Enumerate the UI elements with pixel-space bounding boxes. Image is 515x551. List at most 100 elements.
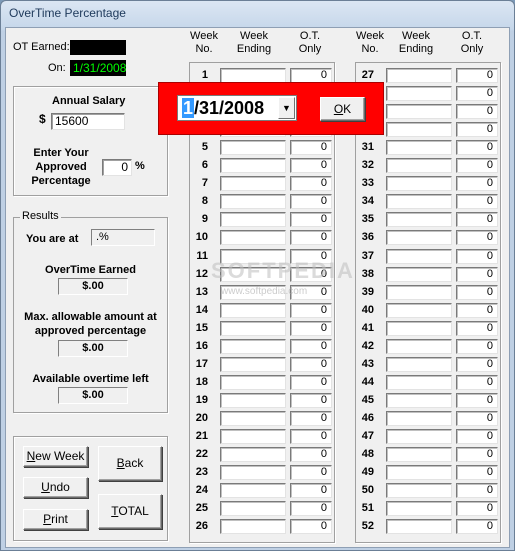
ot-only-input[interactable]: 0	[456, 501, 498, 517]
ot-only-input[interactable]: 0	[456, 230, 498, 246]
week-ending-input[interactable]	[220, 68, 286, 83]
ot-only-input[interactable]: 0	[456, 356, 498, 372]
ot-only-input[interactable]: 0	[456, 447, 498, 463]
week-ending-input[interactable]	[386, 338, 452, 354]
ot-only-input[interactable]: 0	[456, 302, 498, 318]
ot-only-input[interactable]: 0	[456, 519, 498, 535]
ot-only-input[interactable]: 0	[290, 158, 332, 174]
ot-only-input[interactable]: 0	[290, 194, 332, 210]
week-ending-input[interactable]	[220, 356, 286, 372]
week-ending-input[interactable]	[386, 519, 452, 535]
ot-only-input[interactable]: 0	[290, 338, 332, 354]
total-button[interactable]: TOTAL	[98, 494, 162, 529]
ot-only-input[interactable]: 0	[290, 140, 332, 156]
ot-only-input[interactable]: 0	[456, 392, 498, 408]
ot-only-input[interactable]: 0	[290, 483, 332, 499]
ot-only-input[interactable]: 0	[456, 320, 498, 336]
ot-only-input[interactable]: 0	[456, 266, 498, 282]
ot-only-input[interactable]: 0	[290, 356, 332, 372]
week-ending-input[interactable]	[220, 194, 286, 210]
ot-only-input[interactable]: 0	[456, 176, 498, 192]
week-ending-input[interactable]	[386, 483, 452, 499]
week-ending-input[interactable]	[220, 465, 286, 481]
week-ending-input[interactable]	[386, 356, 452, 372]
week-ending-input[interactable]	[220, 158, 286, 174]
ot-only-input[interactable]: 0	[290, 230, 332, 246]
week-ending-input[interactable]	[220, 374, 286, 390]
ot-only-input[interactable]: 0	[456, 104, 498, 120]
ot-only-input[interactable]: 0	[290, 501, 332, 517]
week-ending-input[interactable]	[220, 320, 286, 336]
ot-only-input[interactable]: 0	[456, 68, 498, 83]
week-ending-input[interactable]	[220, 410, 286, 426]
week-ending-input[interactable]	[386, 230, 452, 246]
ot-only-input[interactable]: 0	[290, 302, 332, 318]
week-ending-input[interactable]	[386, 284, 452, 300]
ot-only-input[interactable]: 0	[456, 86, 498, 102]
ot-only-input[interactable]: 0	[456, 338, 498, 354]
week-ending-input[interactable]	[220, 392, 286, 408]
print-button[interactable]: Print	[23, 509, 88, 530]
ot-only-input[interactable]: 0	[290, 320, 332, 336]
approved-percentage-input[interactable]: 0	[102, 159, 132, 176]
ot-only-input[interactable]: 0	[456, 140, 498, 156]
week-ending-input[interactable]	[386, 122, 452, 138]
ot-only-input[interactable]: 0	[456, 410, 498, 426]
ot-only-input[interactable]: 0	[290, 519, 332, 535]
week-ending-input[interactable]	[386, 465, 452, 481]
week-ending-input[interactable]	[386, 392, 452, 408]
week-ending-input[interactable]	[386, 176, 452, 192]
ot-only-input[interactable]: 0	[456, 122, 498, 138]
week-ending-input[interactable]	[386, 266, 452, 282]
week-ending-input[interactable]	[220, 338, 286, 354]
ok-button[interactable]: OK	[320, 97, 365, 121]
ot-only-input[interactable]: 0	[456, 429, 498, 444]
ot-only-input[interactable]: 0	[456, 374, 498, 390]
undo-button[interactable]: Undo	[23, 477, 88, 498]
annual-salary-input[interactable]: 15600	[51, 113, 125, 130]
week-ending-input[interactable]	[220, 429, 286, 444]
week-ending-input[interactable]	[386, 140, 452, 156]
week-ending-input[interactable]	[220, 519, 286, 535]
week-ending-input[interactable]	[220, 302, 286, 318]
dropdown-arrow-icon[interactable]: ▼	[278, 97, 295, 119]
week-ending-input[interactable]	[386, 212, 452, 228]
ot-only-input[interactable]: 0	[290, 176, 332, 192]
week-ending-input[interactable]	[386, 194, 452, 210]
ot-only-input[interactable]: 0	[456, 158, 498, 174]
ot-only-input[interactable]: 0	[456, 248, 498, 264]
week-ending-input[interactable]	[220, 230, 286, 246]
ot-only-input[interactable]: 0	[456, 212, 498, 228]
ot-only-input[interactable]: 0	[290, 447, 332, 463]
ot-only-input[interactable]: 0	[290, 392, 332, 408]
week-ending-input[interactable]	[386, 501, 452, 517]
ot-only-input[interactable]: 0	[456, 194, 498, 210]
week-ending-input[interactable]	[220, 176, 286, 192]
week-ending-input[interactable]	[220, 140, 286, 156]
week-ending-input[interactable]	[386, 158, 452, 174]
week-ending-input[interactable]	[386, 410, 452, 426]
week-ending-input[interactable]	[386, 86, 452, 102]
week-ending-input[interactable]	[386, 302, 452, 318]
ot-only-input[interactable]: 0	[456, 483, 498, 499]
ot-only-input[interactable]: 0	[290, 374, 332, 390]
ot-only-input[interactable]: 0	[456, 465, 498, 481]
date-combo-box[interactable]: 1/31/2008 ▼	[177, 95, 297, 121]
week-ending-input[interactable]	[386, 68, 452, 83]
date-selected-part[interactable]: 1	[182, 98, 195, 118]
ot-only-input[interactable]: 0	[290, 68, 332, 83]
week-ending-input[interactable]	[220, 483, 286, 499]
new-week-button[interactable]: New Week	[23, 446, 88, 467]
week-ending-input[interactable]	[220, 447, 286, 463]
week-ending-input[interactable]	[386, 248, 452, 264]
week-ending-input[interactable]	[386, 447, 452, 463]
ot-only-input[interactable]: 0	[290, 429, 332, 444]
week-ending-input[interactable]	[386, 320, 452, 336]
back-button[interactable]: Back	[98, 446, 162, 481]
week-ending-input[interactable]	[386, 429, 452, 444]
ot-only-input[interactable]: 0	[456, 284, 498, 300]
ot-only-input[interactable]: 0	[290, 410, 332, 426]
week-ending-input[interactable]	[220, 501, 286, 517]
week-ending-input[interactable]	[386, 374, 452, 390]
week-ending-input[interactable]	[386, 104, 452, 120]
